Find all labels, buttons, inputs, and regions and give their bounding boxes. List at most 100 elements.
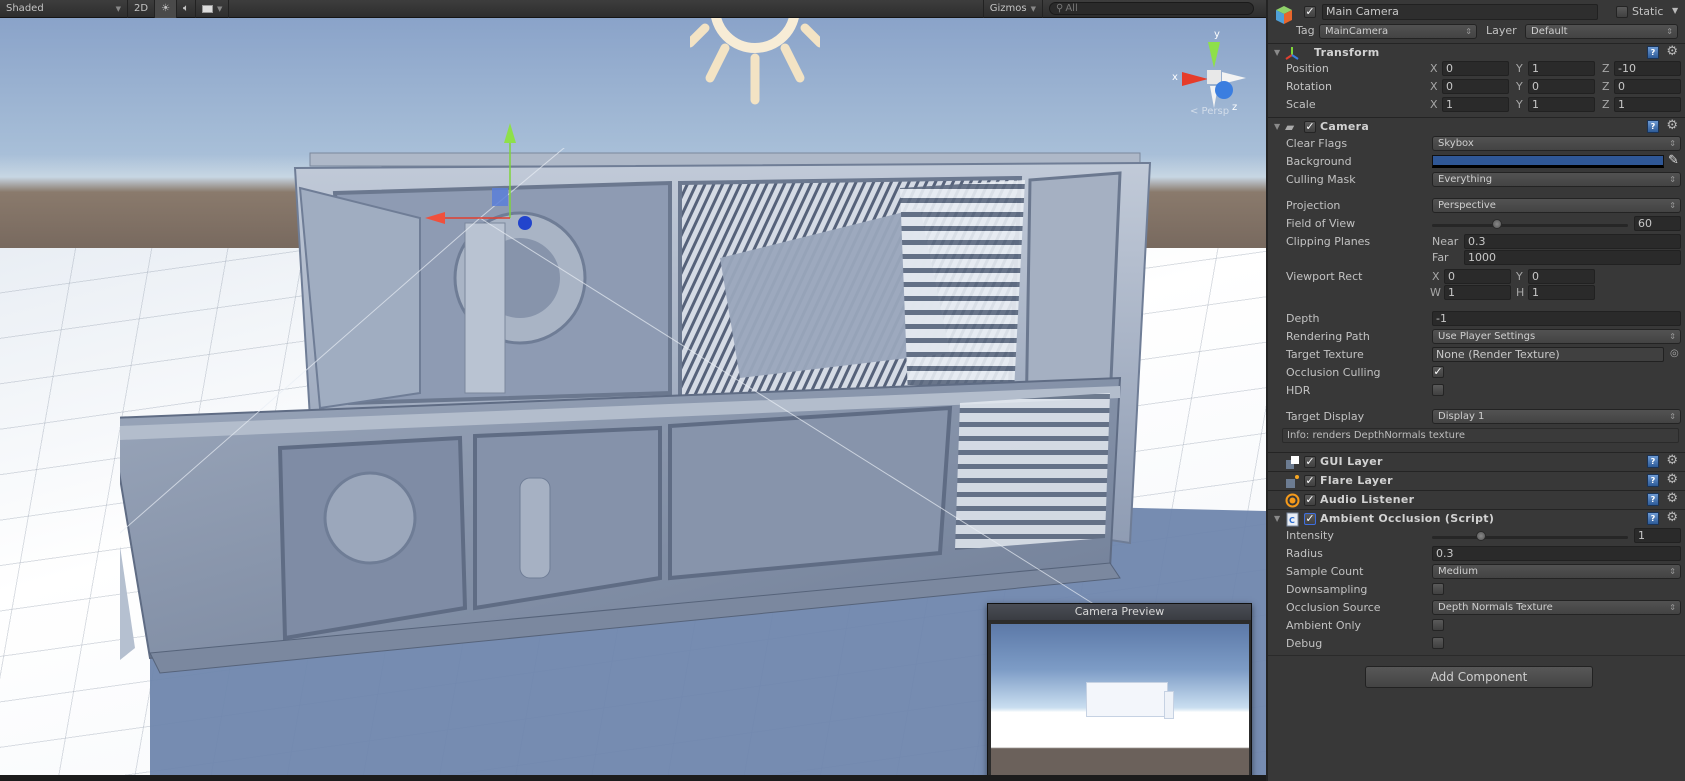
radius-input[interactable]: 0.3 [1432, 546, 1681, 561]
far-clip-input[interactable]: 1000 [1464, 250, 1681, 265]
eyedropper-icon[interactable]: ✎ [1668, 153, 1679, 168]
flare-layer-component-header[interactable]: ✓ Flare Layer ? ⚙ [1268, 471, 1685, 490]
audio-toggle[interactable]: 🔈︎ [177, 0, 197, 18]
help-icon[interactable]: ? [1647, 474, 1659, 487]
2d-toggle[interactable]: 2D [128, 0, 156, 18]
foldout-arrow-icon[interactable]: ▼ [1274, 48, 1280, 57]
gear-icon[interactable]: ⚙ [1666, 510, 1678, 525]
sample-count-dropdown[interactable]: Medium ⇕ [1432, 564, 1681, 579]
background-color-field[interactable] [1432, 155, 1664, 168]
directional-light-icon[interactable] [690, 18, 820, 108]
tag-dropdown[interactable]: MainCamera ⇕ [1319, 24, 1477, 39]
object-picker-icon[interactable]: ◎ [1670, 348, 1679, 359]
add-component-button[interactable]: Add Component [1365, 666, 1593, 688]
rotation-z-input[interactable]: 0 [1614, 79, 1681, 94]
help-icon[interactable]: ? [1647, 46, 1659, 59]
ambient-only-checkbox[interactable]: ✓ [1432, 619, 1444, 631]
rendering-path-dropdown[interactable]: Use Player Settings ⇕ [1432, 329, 1681, 344]
scale-y-input[interactable]: 1 [1528, 97, 1595, 112]
foldout-arrow-icon[interactable]: ▼ [1274, 122, 1280, 131]
hdr-checkbox[interactable]: ✓ [1432, 384, 1444, 396]
effects-dropdown[interactable]: ▼ [196, 0, 230, 18]
projection-toggle[interactable]: < Persp [1190, 106, 1229, 117]
rotation-x-input[interactable]: 0 [1442, 79, 1509, 94]
static-dropdown-icon[interactable]: ▼ [1672, 6, 1678, 15]
rotation-label: Rotation [1286, 80, 1333, 93]
background-label: Background [1286, 155, 1352, 168]
search-icon: ⚲ [1056, 3, 1064, 14]
gear-icon[interactable]: ⚙ [1666, 491, 1678, 506]
depth-input[interactable]: -1 [1432, 311, 1681, 326]
foldout-arrow-icon[interactable]: ▼ [1274, 514, 1280, 523]
help-icon[interactable]: ? [1647, 512, 1659, 525]
help-icon[interactable]: ? [1647, 120, 1659, 133]
ambient-occlusion-enabled-checkbox[interactable]: ✓ [1304, 513, 1316, 525]
help-icon[interactable]: ? [1647, 493, 1659, 506]
downsampling-checkbox[interactable]: ✓ [1432, 583, 1444, 595]
active-checkbox[interactable]: ✓ [1304, 6, 1316, 18]
clear-flags-dropdown[interactable]: Skybox ⇕ [1432, 136, 1681, 151]
rotation-y-input[interactable]: 0 [1528, 79, 1595, 94]
audio-listener-component-header[interactable]: ✓ Audio Listener ? ⚙ [1268, 490, 1685, 509]
camera-title: Camera [1320, 120, 1370, 133]
transform-component-header[interactable]: ▼ Transform ? ⚙ [1268, 43, 1685, 62]
projection-dropdown[interactable]: Perspective ⇕ [1432, 198, 1681, 213]
updown-arrow-icon: ⇕ [1666, 27, 1673, 36]
culling-mask-value: Everything [1438, 174, 1493, 185]
gear-icon[interactable]: ⚙ [1666, 118, 1678, 133]
lighting-toggle[interactable]: ☀ [155, 0, 178, 18]
scale-x-input[interactable]: 1 [1442, 97, 1509, 112]
ambient-occlusion-component-header[interactable]: ▼ C ✓ Ambient Occlusion (Script) ? ⚙ [1268, 509, 1685, 528]
gui-layer-enabled-checkbox[interactable]: ✓ [1304, 456, 1316, 468]
viewport-rect-label: Viewport Rect [1286, 270, 1363, 283]
position-x-input[interactable]: 0 [1442, 61, 1509, 76]
audio-listener-enabled-checkbox[interactable]: ✓ [1304, 494, 1316, 506]
gui-layer-component-header[interactable]: ✓ GUI Layer ? ⚙ [1268, 452, 1685, 471]
gear-icon[interactable]: ⚙ [1666, 453, 1678, 468]
position-z-input[interactable]: -10 [1614, 61, 1681, 76]
near-clip-input[interactable]: 0.3 [1464, 234, 1681, 249]
occlusion-source-dropdown[interactable]: Depth Normals Texture ⇕ [1432, 600, 1681, 615]
intensity-slider-track[interactable] [1432, 536, 1628, 539]
flare-layer-icon [1285, 474, 1300, 489]
occlusion-source-value: Depth Normals Texture [1438, 602, 1553, 613]
scale-z-input[interactable]: 1 [1614, 97, 1681, 112]
viewport-x-input[interactable]: 0 [1444, 269, 1511, 284]
viewport-w-input[interactable]: 1 [1444, 285, 1511, 300]
object-name-input[interactable]: Main Camera [1322, 4, 1598, 20]
gear-icon[interactable]: ⚙ [1666, 472, 1678, 487]
gizmos-dropdown[interactable]: Gizmos ▼ [982, 0, 1043, 18]
flare-layer-enabled-checkbox[interactable]: ✓ [1304, 475, 1316, 487]
preview-model [1086, 682, 1174, 719]
draw-mode-dropdown[interactable]: Shaded ▼ [0, 0, 128, 18]
static-checkbox[interactable]: ✓ [1616, 6, 1628, 18]
intensity-label: Intensity [1286, 529, 1334, 542]
occlusion-culling-checkbox[interactable]: ✓ [1432, 366, 1444, 378]
fov-slider-track[interactable] [1432, 224, 1628, 227]
camera-enabled-checkbox[interactable]: ✓ [1304, 121, 1316, 133]
fov-slider-thumb[interactable] [1491, 219, 1502, 229]
rendering-path-label: Rendering Path [1286, 330, 1370, 343]
fov-input[interactable]: 60 [1634, 216, 1681, 231]
move-tool-handle[interactable] [420, 118, 540, 238]
intensity-input[interactable]: 1 [1634, 528, 1681, 543]
gizmo-z-label: z [1232, 102, 1237, 113]
debug-checkbox[interactable]: ✓ [1432, 637, 1444, 649]
culling-mask-dropdown[interactable]: Everything ⇕ [1432, 172, 1681, 187]
gear-icon[interactable]: ⚙ [1666, 44, 1678, 59]
target-display-dropdown[interactable]: Display 1 ⇕ [1432, 409, 1681, 424]
viewport-h-input[interactable]: 1 [1528, 285, 1595, 300]
position-y-input[interactable]: 1 [1528, 61, 1595, 76]
scene-orientation-gizmo[interactable]: y x z [1170, 28, 1260, 118]
hierarchy-search-input[interactable]: ⚲ All [1049, 2, 1254, 15]
camera-preview-panel: Camera Preview [987, 603, 1252, 775]
target-texture-field[interactable]: None (Render Texture) [1432, 347, 1664, 362]
intensity-slider-thumb[interactable] [1476, 531, 1486, 541]
z-axis-handle [518, 216, 532, 230]
camera-component-header[interactable]: ▼ ▰ ✓ Camera ? ⚙ [1268, 117, 1685, 136]
layer-dropdown[interactable]: Default ⇕ [1525, 24, 1678, 39]
speaker-icon: 🔈︎ [183, 3, 190, 14]
viewport-y-input[interactable]: 0 [1528, 269, 1595, 284]
help-icon[interactable]: ? [1647, 455, 1659, 468]
scene-viewport[interactable]: y x z < Persp Camera Preview [0, 18, 1266, 775]
